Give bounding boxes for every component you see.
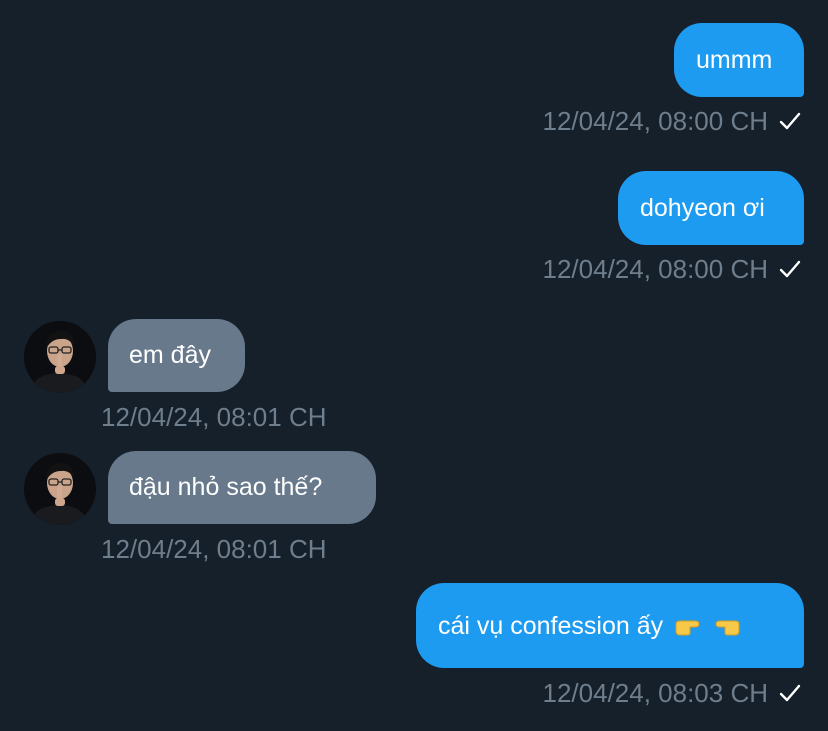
check-icon — [779, 112, 801, 130]
message-bubble-sent[interactable]: ummm — [674, 23, 804, 97]
message-bubble-received[interactable]: đậu nhỏ sao thế? — [108, 451, 376, 524]
message-text: cái vụ confession ấy — [438, 612, 664, 640]
avatar-image — [24, 453, 96, 525]
message-timestamp: 12/04/24, 08:00 CH — [542, 106, 769, 136]
message-text: đậu nhỏ sao thế? — [129, 473, 323, 501]
message-bubble-sent[interactable]: dohyeon ơi — [618, 171, 804, 245]
message-bubble-received[interactable]: em đây — [108, 319, 245, 392]
message-meta: 12/04/24, 08:03 CH — [543, 678, 803, 708]
check-icon — [779, 260, 801, 278]
message-meta: 12/04/24, 08:00 CH — [543, 254, 803, 284]
avatar-icon[interactable] — [24, 321, 96, 393]
message-timestamp: 12/04/24, 08:00 CH — [542, 254, 769, 284]
avatar-image — [24, 321, 96, 393]
pointing-right-emoji — [675, 620, 700, 636]
message-text: em đây — [129, 341, 211, 369]
pointing-left-emoji — [715, 620, 740, 636]
avatar-icon[interactable] — [24, 453, 96, 525]
message-timestamp: 12/04/24, 08:01 CH — [101, 402, 327, 432]
check-icon — [779, 684, 801, 702]
message-text: ummm — [696, 46, 773, 74]
message-meta: 12/04/24, 08:00 CH — [543, 106, 803, 136]
message-meta: 12/04/24, 08:01 CH — [101, 402, 327, 432]
message-timestamp: 12/04/24, 08:01 CH — [101, 534, 327, 564]
message-meta: 12/04/24, 08:01 CH — [101, 534, 327, 564]
message-timestamp: 12/04/24, 08:03 CH — [542, 678, 769, 708]
message-bubble-sent[interactable]: cái vụ confession ấy — [416, 583, 804, 668]
message-text: dohyeon ơi — [640, 194, 765, 222]
